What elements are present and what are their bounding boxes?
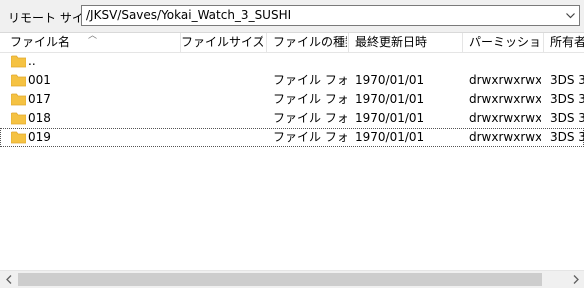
- file-type: ファイル フォ...: [273, 111, 347, 125]
- column-divider[interactable]: [462, 33, 463, 52]
- file-name: ..: [28, 54, 36, 68]
- remote-path-input[interactable]: /JKSV/Saves/Yokai_Watch_3_SUSHI: [86, 8, 291, 22]
- file-modified: 1970/01/01: [355, 73, 425, 87]
- column-type[interactable]: ファイルの種類: [273, 33, 347, 52]
- file-owner: 3DS 3: [550, 130, 584, 144]
- column-permissions[interactable]: パーミッション: [469, 33, 541, 52]
- file-row[interactable]: 018 ファイル フォ... 1970/01/01 drwxrwxrwx 3DS…: [0, 109, 584, 128]
- file-name: 018: [28, 111, 51, 125]
- scrollbar-thumb[interactable]: [18, 273, 542, 286]
- file-type: ファイル フォ...: [273, 73, 347, 87]
- file-name: 001: [28, 73, 51, 87]
- folder-icon: [11, 74, 26, 87]
- file-modified: 1970/01/01: [355, 111, 425, 125]
- column-owner[interactable]: 所有者: [550, 33, 584, 52]
- column-header: ︿ ファイル名 ファイルサイズ ファイルの種類 最終更新日時 パーミッション 所…: [0, 31, 584, 53]
- file-row-focused[interactable]: 019 ファイル フォ... 1970/01/01 drwxrwxrwx 3DS…: [0, 128, 584, 147]
- folder-icon: [11, 93, 26, 106]
- column-size[interactable]: ファイルサイズ: [181, 33, 263, 52]
- folder-icon: [11, 131, 26, 144]
- path-dropdown-button[interactable]: [562, 6, 579, 25]
- column-name[interactable]: ファイル名: [10, 33, 178, 52]
- chevron-down-icon: [566, 12, 575, 18]
- file-permissions: drwxrwxrwx: [469, 130, 541, 144]
- file-permissions: drwxrwxrwx: [469, 92, 541, 106]
- file-row[interactable]: 001 ファイル フォ... 1970/01/01 drwxrwxrwx 3DS…: [0, 71, 584, 90]
- file-row[interactable]: 017 ファイル フォ... 1970/01/01 drwxrwxrwx 3DS…: [0, 90, 584, 109]
- file-owner: 3DS 3: [550, 111, 584, 125]
- file-owner: 3DS 3: [550, 73, 584, 87]
- file-permissions: drwxrwxrwx: [469, 111, 541, 125]
- column-divider[interactable]: [266, 33, 267, 52]
- remote-file-list[interactable]: ︿ ファイル名 ファイルサイズ ファイルの種類 最終更新日時 パーミッション 所…: [0, 31, 584, 288]
- scroll-left-button[interactable]: [0, 271, 17, 288]
- column-divider[interactable]: [543, 33, 544, 52]
- horizontal-scrollbar[interactable]: [0, 270, 584, 288]
- file-permissions: drwxrwxrwx: [469, 73, 541, 87]
- file-type: ファイル フォ...: [273, 130, 347, 144]
- folder-icon: [11, 112, 26, 125]
- remote-path-combobox[interactable]: /JKSV/Saves/Yokai_Watch_3_SUSHI: [81, 5, 580, 26]
- file-row-parent[interactable]: ..: [0, 52, 584, 71]
- chevron-right-icon: [573, 275, 579, 284]
- file-owner: 3DS 3: [550, 92, 584, 106]
- folder-icon: [11, 55, 26, 68]
- scroll-right-button[interactable]: [567, 271, 584, 288]
- file-modified: 1970/01/01: [355, 130, 425, 144]
- column-divider[interactable]: [348, 33, 349, 52]
- file-type: ファイル フォ...: [273, 92, 347, 106]
- file-name: 017: [28, 92, 51, 106]
- file-modified: 1970/01/01: [355, 92, 425, 106]
- chevron-left-icon: [5, 275, 11, 284]
- column-modified[interactable]: 最終更新日時: [355, 33, 459, 52]
- file-name: 019: [28, 130, 51, 144]
